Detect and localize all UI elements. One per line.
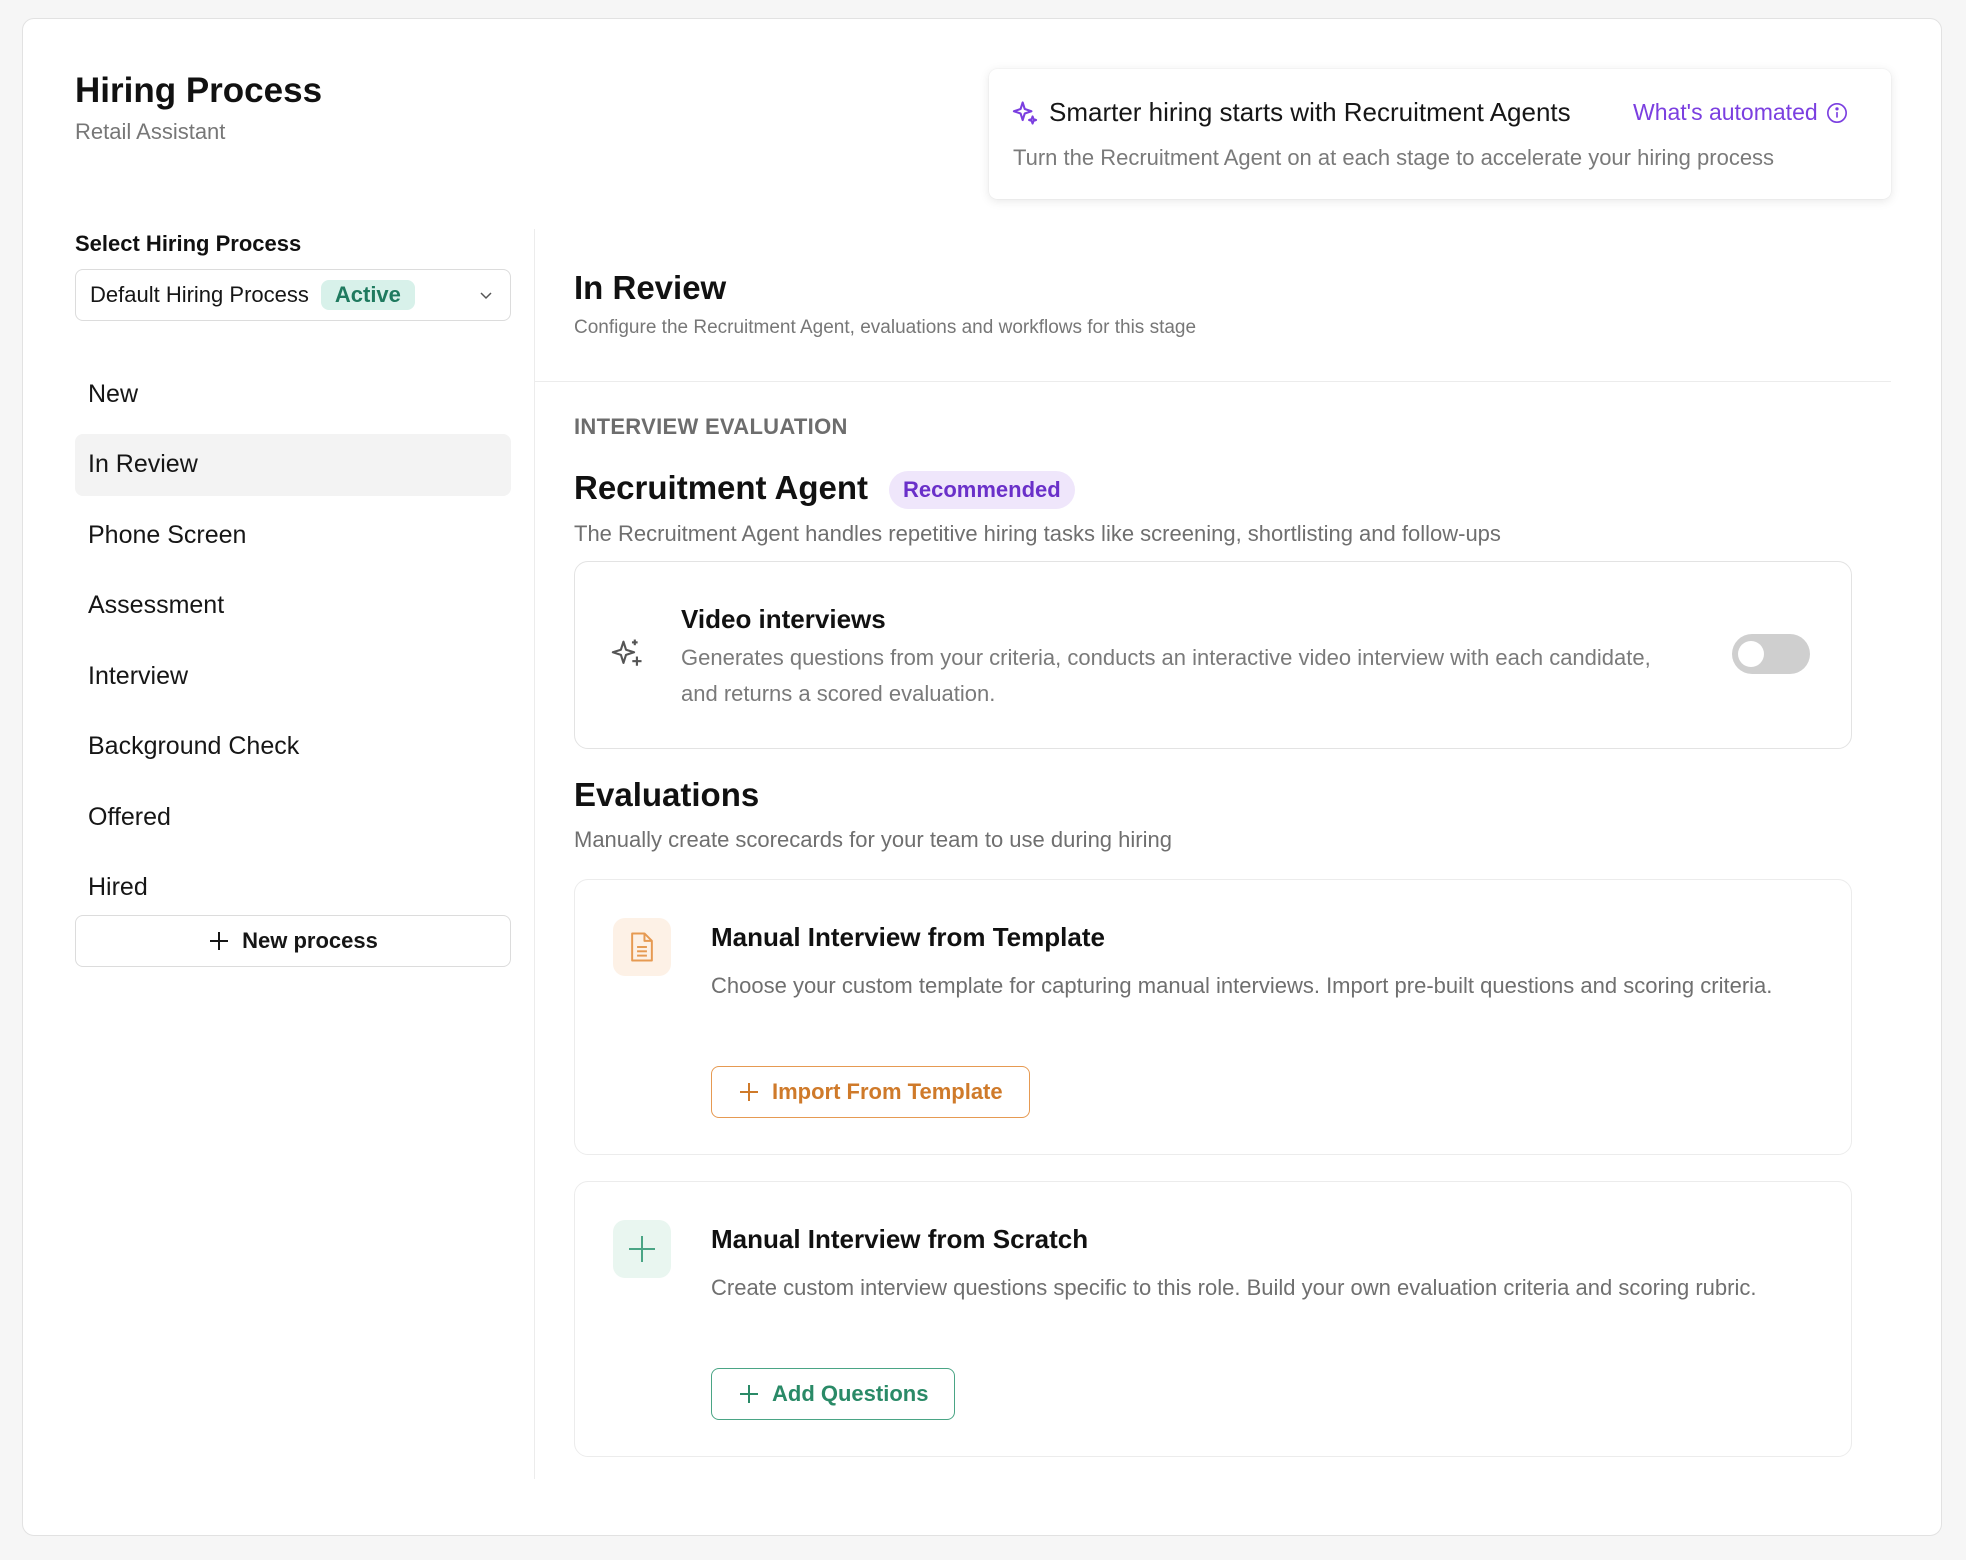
page-subtitle: Retail Assistant — [75, 119, 226, 144]
recruitment-agent-promo: Smarter hiring starts with Recruitment A… — [989, 69, 1891, 199]
recommended-badge: Recommended — [889, 471, 1075, 509]
whats-automated-label: What's automated — [1633, 99, 1818, 125]
evaluations-title: Evaluations — [574, 776, 760, 813]
main-panel: Hiring Process Retail Assistant Smarter … — [22, 18, 1942, 1536]
stage-item-in-review[interactable]: In Review — [75, 433, 511, 496]
add-questions-button[interactable]: Add Questions — [711, 1368, 956, 1420]
hiring-process-select-value: Default Hiring Process — [90, 282, 309, 307]
video-interviews-card: Video interviews Generates questions fro… — [574, 561, 1852, 749]
evaluations-description: Manually create scorecards for your team… — [574, 827, 1172, 852]
active-badge: Active — [320, 280, 415, 310]
whats-automated-link[interactable]: What's automated — [1633, 99, 1848, 126]
template-option-description: Choose your custom template for capturin… — [711, 973, 1773, 998]
stage-title: In Review — [574, 269, 727, 306]
hiring-process-select[interactable]: Default Hiring Process Active — [75, 269, 511, 321]
toggle-knob — [1738, 641, 1764, 667]
stage-item-hired[interactable]: Hired — [75, 857, 511, 919]
stage-item-interview[interactable]: Interview — [75, 645, 511, 707]
page-title: Hiring Process — [75, 71, 323, 110]
stage-item-offered[interactable]: Offered — [75, 786, 511, 848]
horizontal-divider — [535, 381, 1891, 382]
video-interviews-title: Video interviews — [681, 604, 886, 634]
recruitment-agent-description: The Recruitment Agent handles repetitive… — [574, 521, 1501, 546]
template-option-card: Manual Interview from Template Choose yo… — [574, 879, 1852, 1155]
import-from-template-label: Import From Template — [772, 1079, 1003, 1104]
vertical-divider — [534, 229, 535, 1479]
plus-icon — [210, 932, 229, 950]
stage-item-new[interactable]: New — [75, 363, 511, 425]
promo-title: Smarter hiring starts with Recruitment A… — [1049, 97, 1571, 127]
add-questions-label: Add Questions — [772, 1381, 929, 1406]
document-icon-box — [613, 918, 671, 976]
info-icon — [1826, 102, 1847, 123]
stage-item-phone-screen[interactable]: Phone Screen — [75, 504, 511, 566]
video-interviews-description: Generates questions from your criteria, … — [681, 645, 1651, 706]
stage-item-label: New — [88, 379, 139, 408]
stage-item-label: Offered — [88, 802, 171, 831]
stage-item-label: Hired — [88, 873, 148, 901]
stage-item-assessment[interactable]: Assessment — [75, 575, 511, 637]
stage-item-label: Phone Screen — [88, 520, 247, 549]
plus-icon — [740, 1385, 758, 1403]
new-process-button[interactable]: New process — [75, 915, 511, 967]
stage-item-label: Background Check — [88, 732, 300, 760]
scratch-option-card: Manual Interview from Scratch Create cus… — [574, 1181, 1852, 1457]
sparkle-icon — [611, 639, 642, 666]
select-hiring-process-label: Select Hiring Process — [75, 231, 302, 256]
chevron-down-icon — [480, 292, 492, 300]
sparkle-icon — [1012, 101, 1038, 125]
new-process-label: New process — [242, 928, 378, 953]
stage-item-label: Assessment — [88, 591, 225, 619]
template-option-title: Manual Interview from Template — [711, 922, 1105, 952]
section-label: INTERVIEW EVALUATION — [574, 414, 848, 439]
import-from-template-button[interactable]: Import From Template — [711, 1066, 1030, 1118]
stage-list: New In Review Phone Screen Assessment In… — [75, 363, 511, 927]
stage-description: Configure the Recruitment Agent, evaluat… — [574, 317, 1197, 338]
plus-icon — [629, 1236, 655, 1262]
plus-icon-box — [613, 1220, 671, 1278]
plus-icon — [740, 1083, 758, 1101]
promo-description: Turn the Recruitment Agent on at each st… — [1013, 145, 1775, 170]
scratch-option-title: Manual Interview from Scratch — [711, 1224, 1089, 1254]
stage-item-label: Interview — [88, 661, 189, 690]
video-interviews-toggle[interactable] — [1732, 634, 1810, 674]
stage-item-background-check[interactable]: Background Check — [75, 716, 511, 778]
document-icon — [631, 932, 653, 962]
recruitment-agent-title: Recruitment Agent — [574, 469, 868, 506]
stage-item-label: In Review — [88, 450, 198, 478]
scratch-option-description: Create custom interview questions specif… — [711, 1275, 1757, 1300]
